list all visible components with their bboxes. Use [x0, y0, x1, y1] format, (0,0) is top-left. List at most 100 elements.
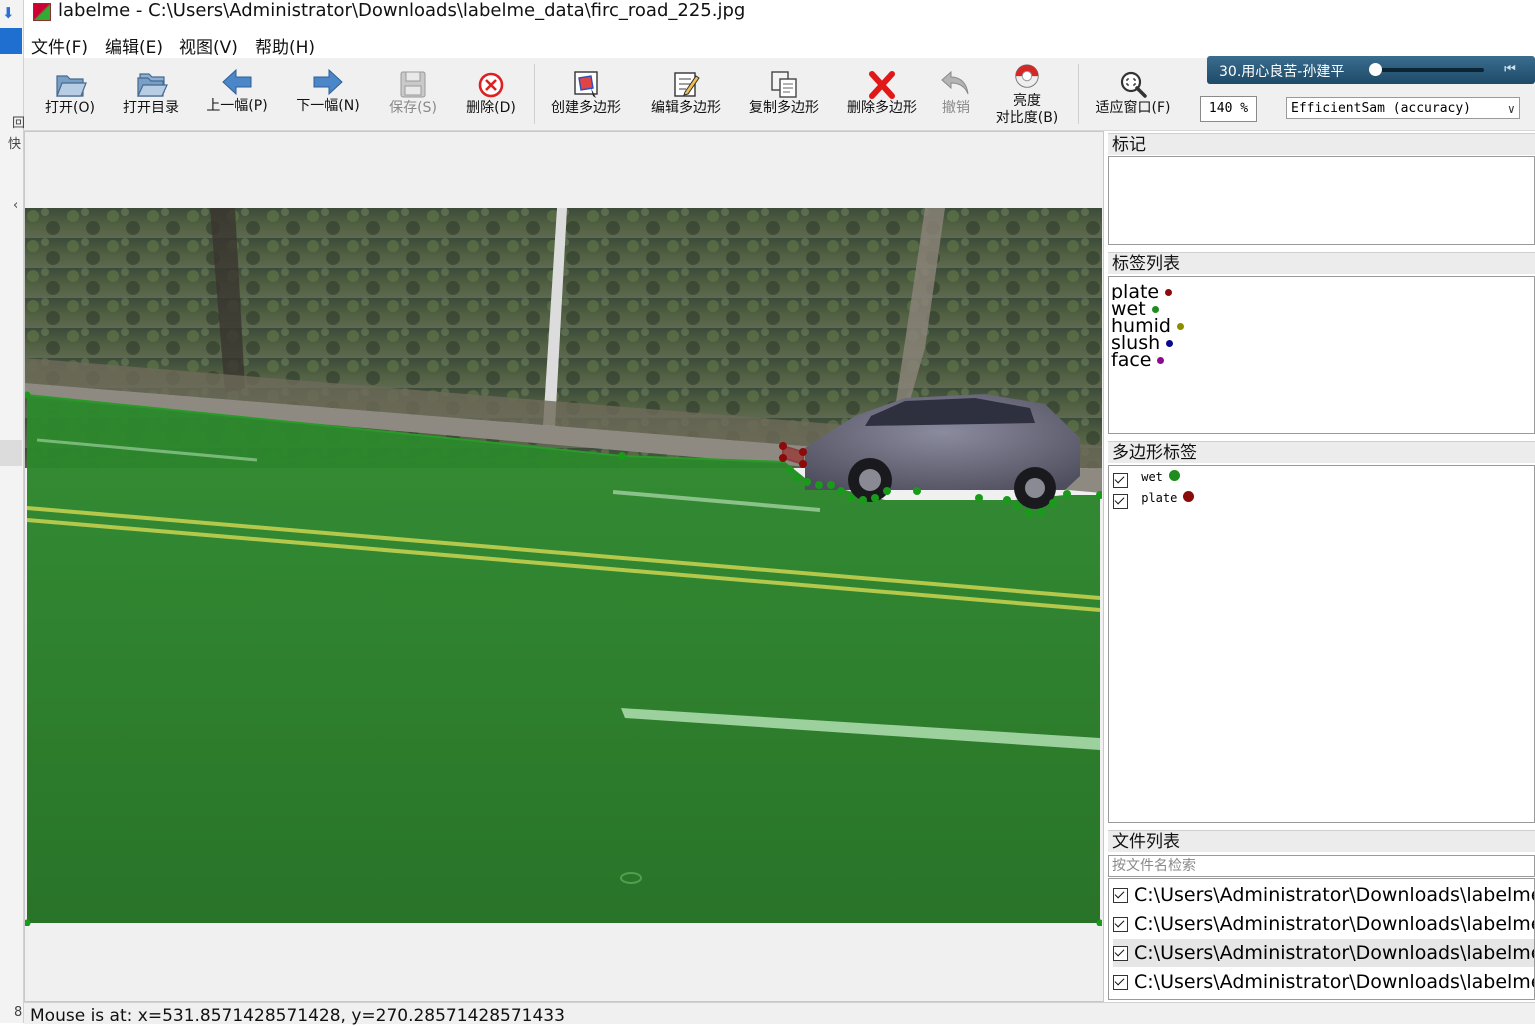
polygon-list[interactable]: wet plate	[1108, 465, 1535, 823]
polygon-item-wet[interactable]: wet	[1113, 470, 1180, 490]
file-list-item-selected[interactable]: C:\Users\Administrator\Downloads\labelme…	[1113, 939, 1534, 967]
chevron-down-icon: ∨	[1507, 102, 1515, 116]
polygon-item-plate[interactable]: plate	[1113, 491, 1195, 511]
edit-polygon-button[interactable]: 编辑多边形	[644, 58, 728, 130]
flags-list[interactable]	[1108, 156, 1535, 245]
menu-edit[interactable]: 编辑(E)	[105, 33, 163, 58]
delete-polygon-button[interactable]: 删除多边形	[840, 58, 924, 130]
toolbar-separator-2	[1078, 64, 1079, 124]
next-image-button[interactable]: 下一幅(N)	[290, 58, 366, 130]
image-canvas[interactable]	[24, 131, 1104, 1002]
label-item-face[interactable]: face	[1111, 351, 1165, 368]
open-dir-button[interactable]: 打开目录	[116, 58, 186, 130]
copy-polygon-label: 复制多边形	[749, 100, 819, 116]
brightness-label: 亮度	[1013, 93, 1041, 109]
download-arrow-icon: ⬇	[2, 4, 15, 22]
brightness-contrast-icon	[1015, 64, 1039, 88]
create-polygon-icon	[574, 71, 598, 98]
zoom-spinbox[interactable]: 140 %	[1200, 96, 1257, 122]
label-item-slush[interactable]: slush	[1111, 334, 1174, 351]
file-checkbox[interactable]	[1113, 888, 1128, 903]
menu-help[interactable]: 帮助(H)	[255, 33, 315, 58]
polygon-dock-title: 多边形标签	[1108, 441, 1535, 463]
delete-file-button[interactable]: 删除(D)	[458, 58, 524, 130]
file-search-input[interactable]: 按文件名检索	[1108, 855, 1535, 877]
desktop-strip: ⬇ 回 快 ‹ 8	[0, 0, 25, 1023]
label-color-dot	[1165, 289, 1173, 296]
edit-polygon-label: 编辑多边形	[651, 100, 721, 116]
polygon-color-dot	[1183, 491, 1195, 502]
open-label: 打开(O)	[45, 100, 95, 116]
file-checkbox[interactable]	[1113, 975, 1128, 990]
prev-image-label: 上一幅(P)	[206, 98, 268, 114]
label-color-dot	[1157, 357, 1165, 364]
folder-open-icon	[56, 75, 87, 97]
road-photo[interactable]	[25, 208, 1102, 926]
label-list[interactable]: plate wet humid slush face	[1108, 276, 1535, 434]
delete-file-label: 删除(D)	[466, 100, 516, 116]
file-list-item[interactable]: C:\Users\Administrator\Downloads\labelme…	[1113, 881, 1534, 909]
folder-stack-icon	[137, 73, 168, 97]
label-color-dot	[1151, 306, 1159, 313]
edit-pencil-icon	[674, 72, 700, 97]
music-progress-track[interactable]	[1370, 68, 1484, 72]
copy-icon	[771, 71, 797, 98]
music-progress-knob[interactable]	[1369, 63, 1382, 76]
copy-polygon-button[interactable]: 复制多边形	[742, 58, 826, 130]
mouse-position-status: Mouse is at: x=531.8571428571428, y=270.…	[30, 1006, 565, 1026]
music-player-overlay[interactable]: 30.用心良苦-孙建平 ⏮	[1207, 56, 1535, 84]
music-track-title: 30.用心良苦-孙建平	[1219, 64, 1345, 80]
red-x-icon	[869, 71, 895, 99]
label-color-dot	[1176, 323, 1184, 330]
file-checkbox[interactable]	[1113, 917, 1128, 932]
open-dir-label: 打开目录	[123, 100, 179, 116]
fit-window-label: 适应窗口(F)	[1095, 100, 1171, 116]
save-button[interactable]: 保存(S)	[380, 58, 446, 130]
polygon-visibility-checkbox[interactable]	[1113, 473, 1128, 488]
magnifier-icon	[1120, 71, 1147, 98]
title-bar: labelme - C:\Users\Administrator\Downloa…	[24, 0, 1535, 28]
polygon-color-dot	[1168, 470, 1180, 481]
save-disk-icon	[400, 71, 426, 98]
window-title: labelme - C:\Users\Administrator\Downloa…	[58, 0, 746, 21]
save-label: 保存(S)	[389, 100, 437, 116]
ai-model-value: EfficientSam (accuracy)	[1291, 101, 1472, 116]
file-checkbox[interactable]	[1113, 946, 1128, 961]
contrast-label: 对比度(B)	[995, 110, 1059, 126]
file-list-item[interactable]: C:\Users\Administrator\Downloads\labelme…	[1113, 910, 1534, 938]
arrow-left-icon	[222, 68, 252, 96]
strip-glyph-2: 快	[8, 137, 22, 152]
brightness-contrast-button[interactable]: 亮度 对比度(B)	[990, 58, 1064, 130]
labelme-app-icon	[33, 3, 51, 21]
flags-dock-title: 标记	[1108, 133, 1535, 155]
menu-view[interactable]: 视图(V)	[179, 33, 238, 58]
arrow-right-icon	[313, 68, 343, 96]
label-item-wet[interactable]: wet	[1111, 300, 1159, 317]
open-button[interactable]: 打开(O)	[36, 58, 104, 130]
label-item-humid[interactable]: humid	[1111, 317, 1184, 334]
chevron-left-icon[interactable]: ‹	[13, 198, 18, 213]
prev-image-button[interactable]: 上一幅(P)	[200, 58, 274, 130]
create-polygon-button[interactable]: 创建多边形	[544, 58, 628, 130]
strip-glyph-3: 8	[14, 1005, 23, 1020]
skip-previous-icon[interactable]: ⏮	[1493, 59, 1527, 81]
ai-model-select[interactable]: EfficientSam (accuracy) ∨	[1286, 97, 1520, 119]
menu-bar: 文件(F) 编辑(E) 视图(V) 帮助(H)	[24, 30, 1535, 58]
menu-file[interactable]: 文件(F)	[31, 33, 88, 58]
next-image-label: 下一幅(N)	[296, 98, 360, 114]
toolbar-separator	[534, 64, 535, 124]
strip-selected-item[interactable]	[0, 440, 22, 466]
undo-button[interactable]: 撤销	[934, 58, 978, 130]
label-color-dot	[1166, 340, 1174, 347]
taskbar-highlight	[0, 28, 22, 54]
polygon-visibility-checkbox[interactable]	[1113, 494, 1128, 509]
label-item-plate[interactable]: plate	[1111, 283, 1173, 300]
undo-label: 撤销	[942, 100, 970, 116]
files-dock-title: 文件列表	[1108, 830, 1535, 852]
file-list-item[interactable]: C:\Users\Administrator\Downloads\labelme…	[1113, 968, 1534, 996]
delete-polygon-label: 删除多边形	[847, 100, 917, 116]
delete-circle-icon	[478, 72, 504, 98]
file-list[interactable]: C:\Users\Administrator\Downloads\labelme…	[1108, 878, 1535, 1000]
fit-window-button[interactable]: 适应窗口(F)	[1090, 58, 1176, 130]
labels-dock-title: 标签列表	[1108, 252, 1535, 274]
